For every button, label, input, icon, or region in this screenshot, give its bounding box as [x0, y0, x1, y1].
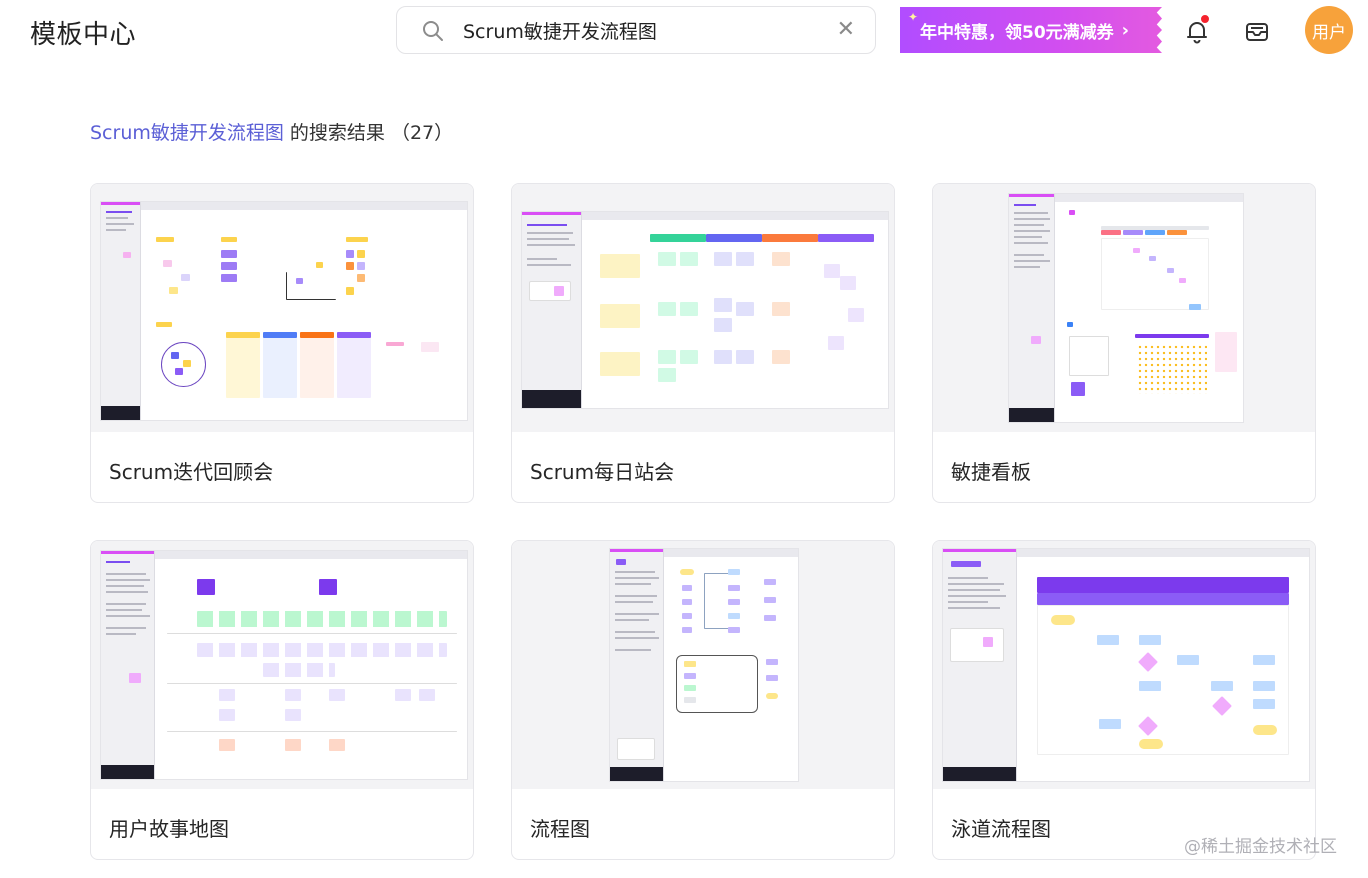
- chevron-right-icon: ›: [1121, 19, 1130, 41]
- notification-dot: [1200, 14, 1210, 24]
- top-bar: 模板中心 ✕ ✦ 年中特惠，领50元满减券 › 用户: [0, 0, 1368, 64]
- avatar[interactable]: 用户: [1305, 6, 1353, 54]
- template-preview: [933, 541, 1315, 789]
- template-title: 流程图: [530, 817, 590, 841]
- template-card[interactable]: 泳道流程图: [932, 540, 1316, 860]
- template-preview: [512, 184, 894, 432]
- search-icon: [423, 21, 443, 41]
- template-card[interactable]: Scrum迭代回顾会: [90, 183, 474, 503]
- template-preview: [91, 184, 473, 432]
- result-query: Scrum敏捷开发流程图: [90, 122, 284, 144]
- template-preview: [933, 184, 1315, 432]
- inbox-icon[interactable]: [1242, 16, 1272, 46]
- template-title: Scrum每日站会: [530, 460, 675, 484]
- promo-label: 年中特惠，领50元满减券: [920, 22, 1114, 43]
- template-title: 用户故事地图: [109, 817, 229, 841]
- sparkle-icon: ✦: [908, 10, 919, 24]
- template-card[interactable]: 敏捷看板: [932, 183, 1316, 503]
- template-card[interactable]: Scrum每日站会: [511, 183, 895, 503]
- template-title: 泳道流程图: [951, 817, 1051, 841]
- search-input[interactable]: [463, 15, 823, 45]
- watermark: @稀土掘金技术社区: [1184, 837, 1337, 857]
- search-result-summary: Scrum敏捷开发流程图 的搜索结果 （27）: [90, 118, 453, 145]
- template-preview: [91, 541, 473, 789]
- template-preview: [512, 541, 894, 789]
- template-title: 敏捷看板: [951, 460, 1031, 484]
- search-box[interactable]: ✕: [396, 6, 876, 54]
- page-title: 模板中心: [30, 20, 137, 50]
- promo-banner[interactable]: ✦ 年中特惠，领50元满减券 ›: [900, 7, 1162, 53]
- template-card[interactable]: 流程图: [511, 540, 895, 860]
- template-title: Scrum迭代回顾会: [109, 460, 274, 484]
- close-icon[interactable]: ✕: [837, 18, 855, 42]
- template-card[interactable]: 用户故事地图: [90, 540, 474, 860]
- result-count: 的搜索结果 （27）: [283, 122, 454, 144]
